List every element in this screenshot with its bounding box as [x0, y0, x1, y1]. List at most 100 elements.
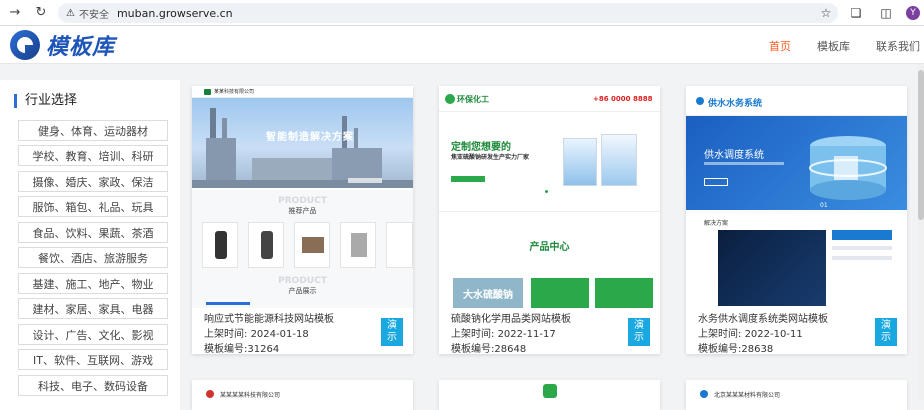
- scrollbar-thumb[interactable]: [918, 70, 924, 220]
- id-value: 31264: [247, 344, 280, 354]
- category-apparel[interactable]: 服饰、箱包、礼品、玩具: [18, 196, 168, 217]
- thumb-hero-sub: 焦亚硫酸钠研发生产实力厂家: [451, 154, 530, 161]
- demo-button[interactable]: 演示: [381, 318, 403, 346]
- thumb-product: [202, 222, 238, 268]
- card-date: 上架时间: 2024-01-18: [204, 327, 334, 342]
- thumb-product: [386, 222, 413, 268]
- thumb-product: [248, 222, 284, 268]
- thumb-hero: 智能制造解决方案: [192, 98, 413, 188]
- thumb-logo-icon: [700, 390, 708, 398]
- thumb-hero-line: [704, 162, 784, 165]
- thumb-company: 某某某某科技有限公司: [220, 392, 281, 399]
- thumb-brand: 供水水务系统: [708, 99, 763, 109]
- thumb-logo-icon: [696, 97, 704, 105]
- category-tech[interactable]: 科技、电子、数码设备: [18, 375, 168, 396]
- profile-avatar[interactable]: Y: [906, 6, 920, 20]
- category-it[interactable]: IT、软件、互联网、游戏: [18, 349, 168, 370]
- category-education[interactable]: 学校、教育、培训、科研: [18, 145, 168, 166]
- category-food[interactable]: 食品、饮料、果蔬、茶酒: [18, 222, 168, 243]
- nav-home[interactable]: 首页: [769, 38, 791, 54]
- site-logo[interactable]: 模板库: [10, 29, 115, 61]
- template-thumbnail[interactable]: 环保化工 +86 0000 8888 定制您想要的 焦亚硫酸钠研发生产实力厂家 …: [439, 86, 660, 308]
- thumb-hero-title: 定制您想要的: [451, 142, 511, 153]
- category-fitness[interactable]: 健身、体育、运动器材: [18, 120, 168, 141]
- card-date: 上架时间: 2022-10-11: [698, 327, 828, 342]
- card-id: 模板编号:28638: [698, 342, 828, 354]
- thumb-section-en: PRODUCT: [278, 196, 327, 206]
- thumb-logo-icon: [543, 384, 557, 398]
- star-icon[interactable]: ☆: [816, 3, 836, 23]
- industry-sidebar: 行业选择 健身、体育、运动器材 学校、教育、培训、科研 摄像、婚庆、家政、保洁 …: [0, 80, 180, 410]
- card-id: 模板编号:28648: [451, 342, 571, 354]
- id-value: 28638: [741, 344, 774, 354]
- category-building-materials[interactable]: 建材、家居、家具、电器: [18, 298, 168, 319]
- card-info: 硫酸钠化学用品类网站模板 上架时间: 2022-11-17 模板编号:28648: [451, 312, 571, 354]
- warning-icon: ⚠: [66, 7, 75, 19]
- thumb-navbar: 某某科技有限公司: [192, 86, 413, 98]
- nav-templates[interactable]: 模板库: [817, 38, 850, 54]
- thumb-sidebar-block: [832, 230, 892, 240]
- date-label: 上架时间:: [698, 329, 742, 340]
- date-label: 上架时间:: [204, 329, 248, 340]
- card-info: 水务供水调度系统类网站模板 上架时间: 2022-10-11 模板编号:2863…: [698, 312, 828, 354]
- thumb-hero-title: 供水调度系统: [704, 150, 764, 161]
- id-label: 模板编号:: [698, 344, 742, 354]
- card-title[interactable]: 硫酸钠化学用品类网站模板: [451, 312, 571, 327]
- arrow-right-icon[interactable]: →: [4, 2, 26, 24]
- thumb-hero: 定制您想要的 焦亚硫酸钠研发生产实力厂家: [439, 112, 660, 196]
- thumb-navbar: 环保化工 +86 0000 8888: [439, 86, 660, 112]
- date-value: 2022-10-11: [744, 329, 803, 340]
- thumb-banner: 大水硫酸钠: [453, 278, 523, 308]
- template-card[interactable]: 某某科技有限公司 智能制造解决方案 PRODUCT 推荐产品 PRODUCT 产…: [192, 86, 413, 354]
- card-title[interactable]: 水务供水调度系统类网站模板: [698, 312, 828, 327]
- thumb-product-card: [595, 278, 653, 308]
- thumb-hero-button: [704, 178, 728, 186]
- category-design[interactable]: 设计、广告、文化、影视: [18, 324, 168, 345]
- thumb-hero-button: [451, 176, 485, 182]
- reload-icon[interactable]: ↻: [30, 2, 52, 24]
- logo-icon: [10, 30, 40, 60]
- template-thumbnail[interactable]: 某某科技有限公司 智能制造解决方案 PRODUCT 推荐产品 PRODUCT 产…: [192, 86, 413, 308]
- thumb-product: [340, 222, 376, 268]
- id-value: 28648: [494, 344, 527, 354]
- nav-contact[interactable]: 联系我们: [876, 38, 920, 54]
- thumb-section-cn-2: 产品展示: [288, 287, 317, 295]
- card-id: 模板编号:31264: [204, 342, 334, 354]
- category-photography[interactable]: 摄像、婚庆、家政、保洁: [18, 171, 168, 192]
- thumb-product-bag: [601, 134, 637, 186]
- thumb-phone: +86 0000 8888: [593, 95, 653, 103]
- template-card[interactable]: [439, 380, 660, 410]
- thumb-accent-bar: [206, 302, 250, 305]
- top-nav: 首页 模板库 联系我们: [769, 38, 920, 54]
- site-header: 模板库 首页 模板库 联系我们: [0, 26, 924, 64]
- date-value: 2024-01-18: [250, 329, 309, 340]
- card-title[interactable]: 响应式节能能源科技网站模板: [204, 312, 334, 327]
- demo-button[interactable]: 演示: [875, 318, 897, 346]
- date-label: 上架时间:: [451, 329, 495, 340]
- thumb-hero-text: 智能制造解决方案: [266, 132, 354, 143]
- sidebar-title: 行业选择: [14, 94, 77, 108]
- card-date: 上架时间: 2022-11-17: [451, 327, 571, 342]
- thumb-subnav: [439, 204, 660, 212]
- thumb-product: [294, 222, 330, 268]
- thumb-sidebar-line: [832, 246, 892, 250]
- date-value: 2022-11-17: [497, 329, 556, 340]
- category-dining[interactable]: 餐饮、酒店、旅游服务: [18, 247, 168, 268]
- thumb-lower: 产品中心 大水硫酸钠: [439, 204, 660, 308]
- sidepanel-icon[interactable]: ◫: [876, 3, 896, 23]
- thumb-logo-icon: [206, 390, 214, 398]
- thumb-lower: PRODUCT 推荐产品 PRODUCT 产品展示: [192, 190, 413, 308]
- template-card[interactable]: 供水水务系统 供水调度系统 01 解决方案 水务供水调度系统类网站模板 上架时间…: [686, 86, 907, 354]
- card-info: 响应式节能能源科技网站模板 上架时间: 2024-01-18 模板编号:3126…: [204, 312, 334, 354]
- template-card[interactable]: 某某某某科技有限公司: [192, 380, 413, 410]
- logo-text: 模板库: [46, 35, 116, 60]
- category-construction[interactable]: 基建、施工、地产、物业: [18, 273, 168, 294]
- template-thumbnail[interactable]: 供水水务系统 供水调度系统 01 解决方案: [686, 86, 907, 308]
- address-bar[interactable]: ⚠ 不安全 muban.growserve.cn: [58, 3, 838, 23]
- thumb-section-title: 产品中心: [529, 242, 570, 253]
- template-card[interactable]: 环保化工 +86 0000 8888 定制您想要的 焦亚硫酸钠研发生产实力厂家 …: [439, 86, 660, 354]
- demo-button[interactable]: 演示: [628, 318, 650, 346]
- thumb-navbar: 供水水务系统: [686, 86, 907, 116]
- extensions-icon[interactable]: ❏: [846, 3, 866, 23]
- template-card[interactable]: 北京某某某材料有限公司: [686, 380, 907, 410]
